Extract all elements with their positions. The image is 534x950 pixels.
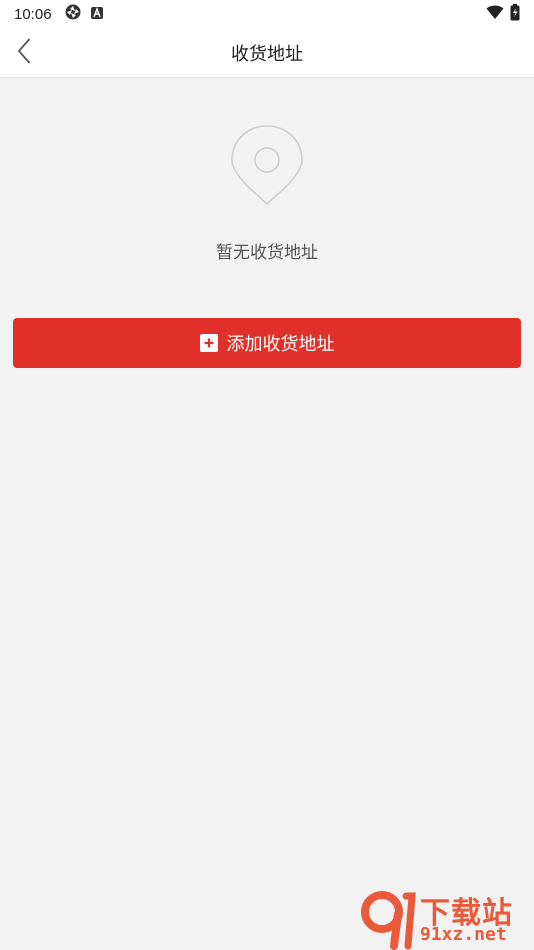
nav-bar: 收货地址 (0, 28, 534, 78)
watermark-en: 91xz.net (420, 924, 507, 945)
back-button[interactable] (10, 38, 38, 68)
photos-icon (64, 3, 82, 25)
accessibility-a-icon (90, 5, 104, 24)
empty-message: 暂无收货地址 (216, 243, 318, 263)
battery-icon (510, 3, 520, 25)
status-right-icons (486, 3, 520, 25)
page-title: 收货地址 (231, 43, 303, 65)
plus-square-icon (199, 334, 218, 352)
status-left-icons (64, 3, 104, 25)
wifi-icon (486, 4, 504, 24)
status-bar: 10:06 (0, 0, 534, 28)
add-address-label: 添加收货地址 (226, 334, 335, 355)
add-address-button[interactable]: 添加收货地址 (13, 318, 521, 368)
screen: 10:06 收货地址 暂无收货地址 添加收货地址 下载站 91xz.net (0, 0, 534, 950)
location-pin-icon (229, 124, 305, 210)
empty-state: 暂无收货地址 (0, 124, 534, 263)
chevron-left-icon (17, 38, 31, 68)
watermark-logo: 下载站 91xz.net (358, 888, 534, 950)
watermark-91-icon (361, 891, 416, 950)
status-time: 10:06 (14, 5, 52, 23)
